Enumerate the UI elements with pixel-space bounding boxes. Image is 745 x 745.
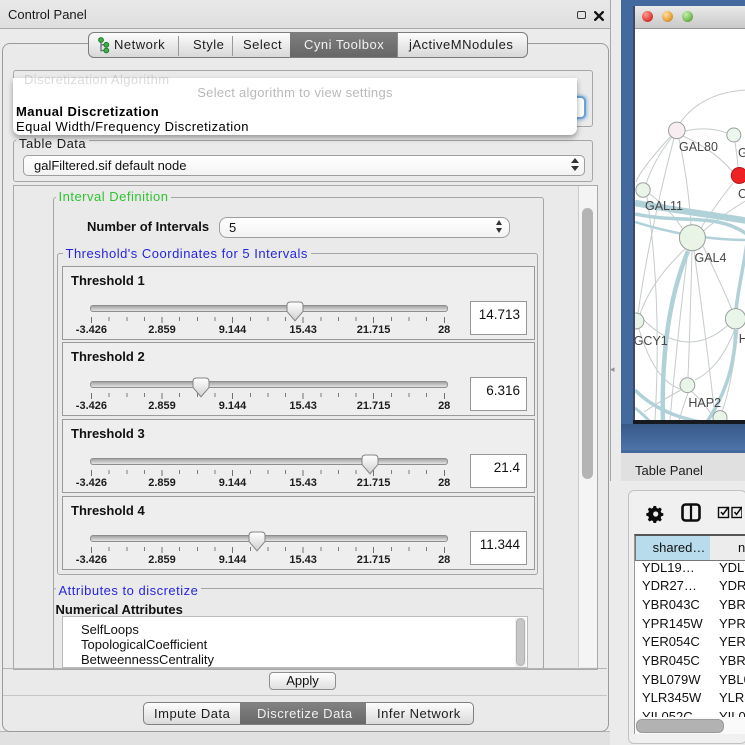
svg-text:GAL80: GAL80 — [679, 140, 718, 154]
svg-text:HAP4: HAP4 — [739, 332, 745, 346]
svg-text:GAL4: GAL4 — [695, 251, 727, 265]
svg-text:CYC: CYC — [738, 187, 745, 201]
svg-text:GAL11: GAL11 — [645, 199, 683, 213]
svg-text:HAP2: HAP2 — [688, 396, 721, 410]
svg-text:GAL2: GAL2 — [738, 146, 745, 160]
svg-text:GCY1: GCY1 — [635, 334, 668, 348]
